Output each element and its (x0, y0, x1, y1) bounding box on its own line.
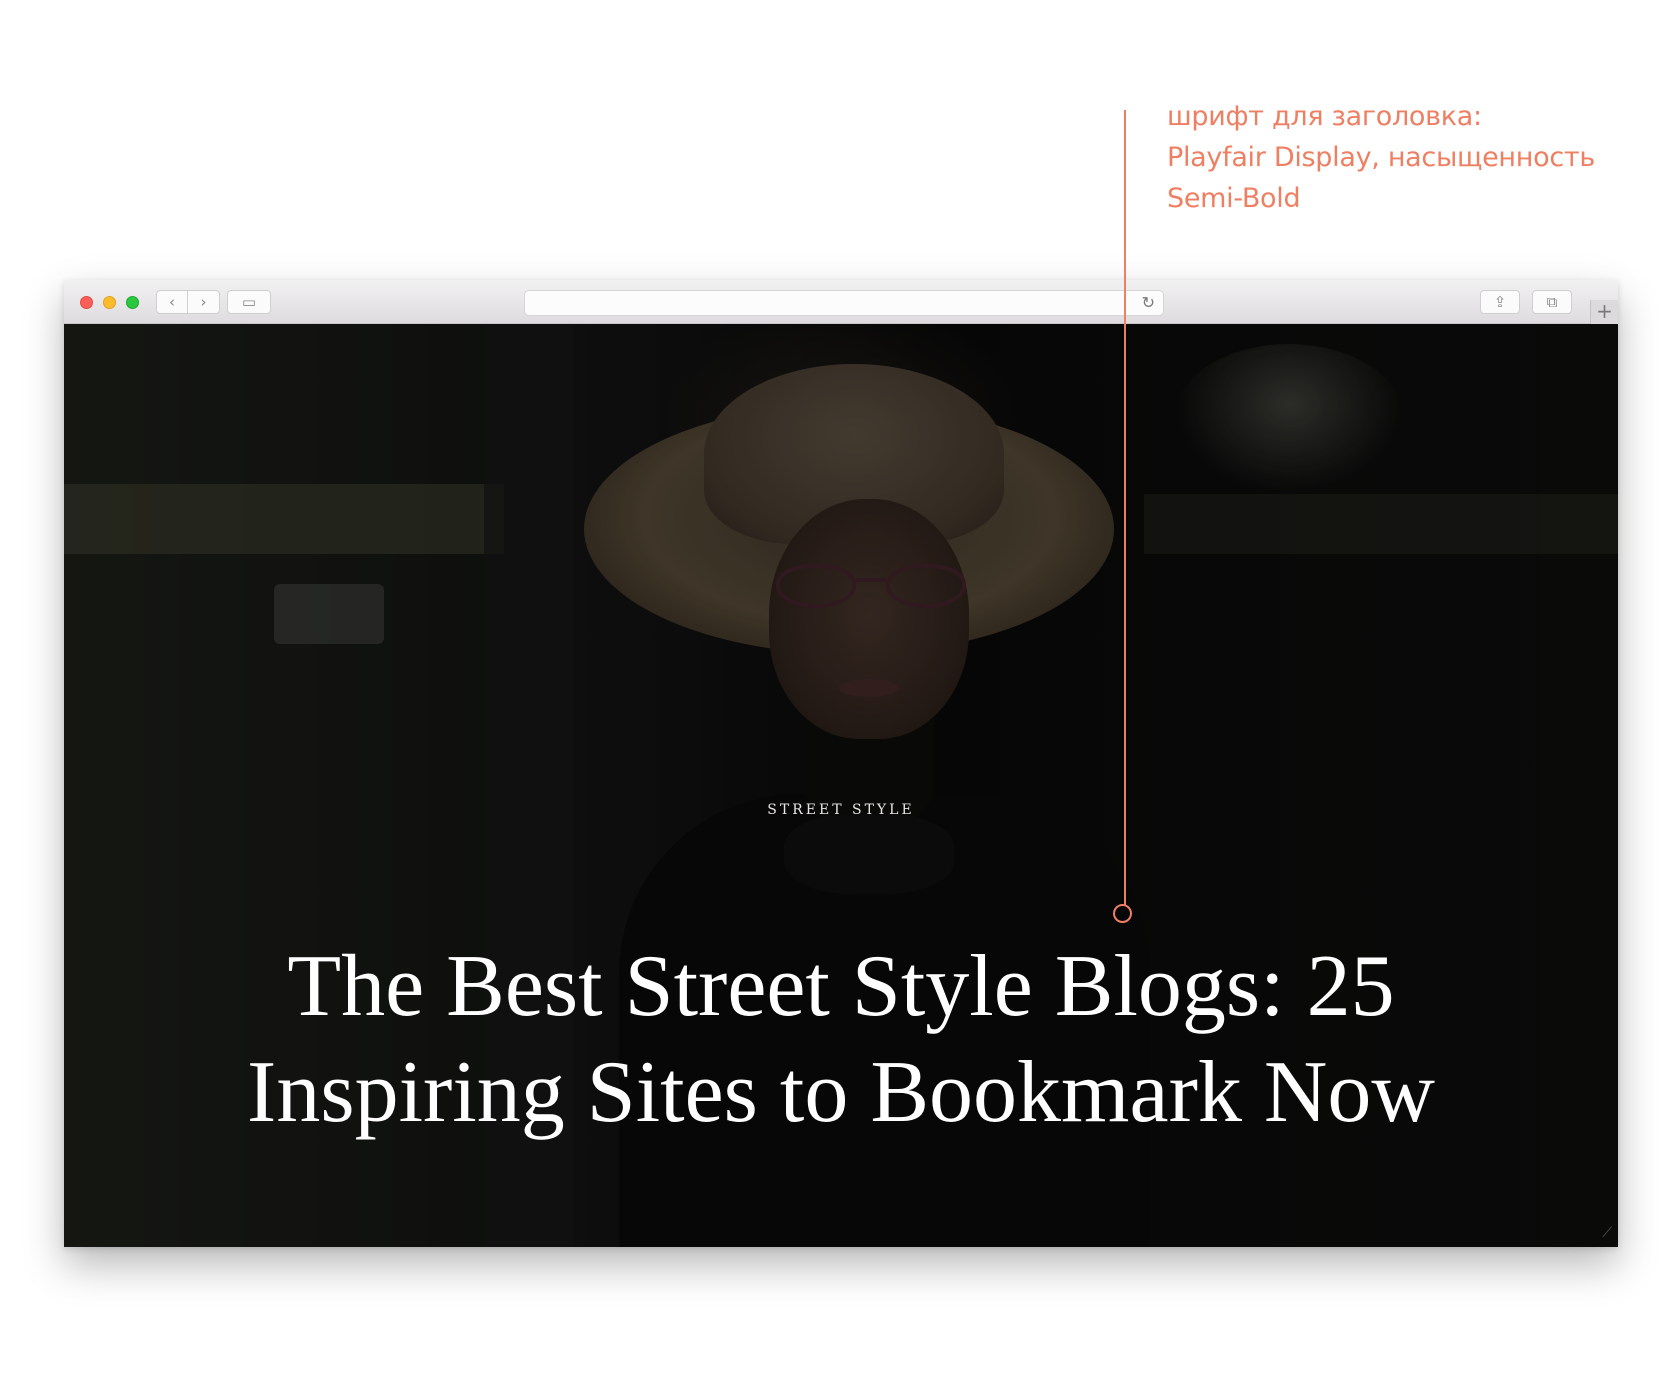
sidebar-toggle-button[interactable]: ▭ (227, 290, 271, 314)
plus-icon: + (1596, 299, 1613, 323)
annotation-line-3: Semi-Bold (1167, 183, 1301, 214)
chevron-left-icon: ‹ (169, 293, 175, 311)
address-bar[interactable]: ↻ (524, 290, 1164, 316)
hero-section: STREET STYLE The Best Street Style Blogs… (64, 324, 1618, 1247)
share-icon: ⇪ (1493, 293, 1507, 311)
forward-button[interactable]: › (188, 290, 220, 314)
close-window-button[interactable] (80, 296, 93, 309)
zoom-window-button[interactable] (126, 296, 139, 309)
annotation-line-1: шрифт для заголовка: (1167, 101, 1482, 132)
show-tabs-button[interactable]: ⧉ (1532, 290, 1572, 314)
font-annotation: шрифт для заголовка: Playfair Display, н… (1167, 96, 1647, 219)
back-button[interactable]: ‹ (156, 290, 188, 314)
chevron-right-icon: › (200, 293, 207, 311)
article-headline[interactable]: The Best Street Style Blogs: 25 Inspirin… (64, 934, 1618, 1146)
headline-line-2: Inspiring Sites to Bookmark Now (247, 1044, 1435, 1141)
article-category[interactable]: STREET STYLE (64, 802, 1618, 818)
share-button[interactable]: ⇪ (1480, 290, 1520, 314)
resize-grip-icon[interactable]: ⟋ (1602, 1225, 1612, 1241)
annotation-line-2: Playfair Display, насыщенность (1167, 142, 1595, 173)
tabs-icon: ⧉ (1546, 293, 1558, 311)
sidebar-icon: ▭ (241, 293, 257, 311)
headline-line-1: The Best Street Style Blogs: 25 (287, 938, 1395, 1035)
new-tab-button[interactable]: + (1590, 300, 1618, 324)
browser-toolbar: ‹ › ▭ ↻ ⇪ ⧉ + (64, 280, 1618, 324)
browser-window: ‹ › ▭ ↻ ⇪ ⧉ + STREET STYLE The Best Stre… (64, 280, 1618, 1247)
minimize-window-button[interactable] (103, 296, 116, 309)
annotation-pointer-dot (1113, 904, 1132, 923)
annotation-pointer-line (1124, 110, 1126, 906)
reload-icon[interactable]: ↻ (1142, 293, 1155, 313)
